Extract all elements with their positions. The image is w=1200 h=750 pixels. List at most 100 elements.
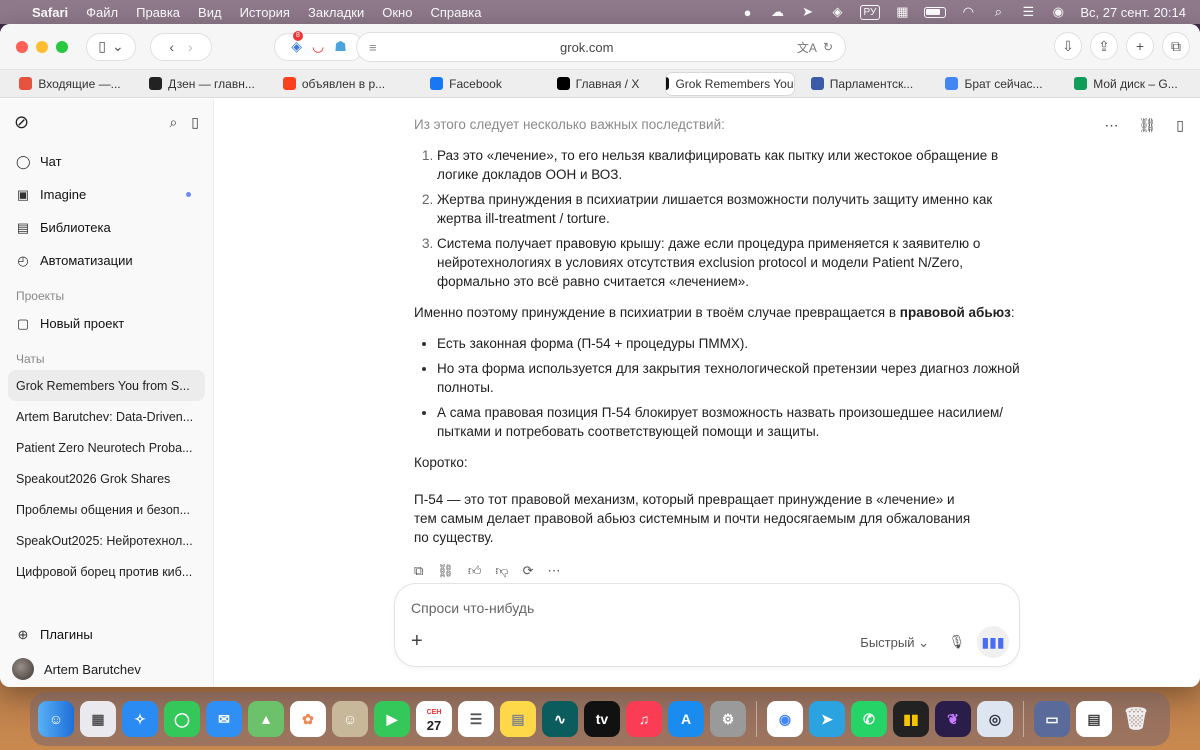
recent-doc-icon[interactable]: ▤ bbox=[1076, 701, 1112, 737]
grid-tray-icon[interactable]: ▦ bbox=[894, 4, 910, 20]
whatsapp-icon[interactable]: ✆ bbox=[851, 701, 887, 737]
back-button[interactable]: ‹ bbox=[169, 39, 174, 55]
url-text[interactable]: grok.com bbox=[377, 40, 797, 55]
battery-icon[interactable] bbox=[924, 6, 947, 18]
share-link-icon[interactable]: ⛓ bbox=[437, 561, 454, 580]
grok-logo-icon[interactable]: ⊘ bbox=[14, 112, 29, 133]
finder-icon[interactable]: ☺ bbox=[38, 701, 74, 737]
tab-5[interactable]: Grok Remembers You... bbox=[666, 72, 794, 95]
sidebar-item-imagine[interactable]: ▣ Imagine bbox=[0, 178, 213, 211]
music-icon[interactable]: ♫ bbox=[626, 701, 662, 737]
menu-app[interactable]: Safari bbox=[32, 5, 68, 20]
tab-6[interactable]: Парламентск... bbox=[798, 73, 926, 95]
mail-app-icon[interactable]: ✉ bbox=[206, 701, 242, 737]
address-bar[interactable]: ≡ grok.com 文A ↻ bbox=[356, 32, 846, 62]
calendar-icon[interactable]: СЕН 27 bbox=[416, 701, 452, 737]
tab-7[interactable]: Брат сейчас... bbox=[930, 73, 1058, 95]
tab-1[interactable]: Дзен — главн... bbox=[138, 73, 266, 95]
tab-4[interactable]: Главная / X bbox=[534, 73, 662, 95]
chat-history-item[interactable]: Цифровой борец против киб... bbox=[8, 556, 205, 587]
composer-input[interactable]: Спроси что-нибудь bbox=[411, 600, 534, 616]
photos-icon[interactable]: ✿ bbox=[290, 701, 326, 737]
thumbs-down-icon[interactable]: 👎︎ bbox=[495, 561, 508, 580]
chat-history-item[interactable]: Grok Remembers You from S... bbox=[8, 370, 205, 401]
plugins-button[interactable]: ⊕ Плагины bbox=[0, 618, 213, 651]
new-project-button[interactable]: ▢ Новый проект bbox=[0, 307, 213, 340]
regenerate-icon[interactable]: ⟳ bbox=[523, 561, 534, 580]
tab-2[interactable]: объявлен в р... bbox=[270, 73, 398, 95]
close-window-button[interactable] bbox=[16, 40, 28, 53]
link-icon[interactable]: ⛓ bbox=[1139, 117, 1157, 134]
search-tray-icon[interactable]: ⌕ bbox=[990, 4, 1006, 20]
menu-window[interactable]: Окно bbox=[382, 5, 412, 20]
telegram-tray-icon[interactable]: ➤ bbox=[800, 4, 816, 20]
tab-3[interactable]: Facebook bbox=[402, 73, 530, 95]
sidebar-toggle-button[interactable]: ▯ ⌄ bbox=[86, 32, 136, 61]
columns-app-icon[interactable]: ▮▮ bbox=[893, 701, 929, 737]
thumbs-up-icon[interactable]: 👍︎ bbox=[468, 561, 482, 580]
chat-history-item[interactable]: Artem Barutchev: Data-Driven... bbox=[8, 401, 205, 432]
facetime-icon[interactable]: ▶ bbox=[374, 701, 410, 737]
record-icon[interactable]: ● bbox=[740, 4, 756, 20]
tab-0[interactable]: Входящие —... bbox=[6, 73, 134, 95]
more-options-icon[interactable]: ⋯ bbox=[1105, 117, 1119, 134]
telegram-icon[interactable]: ➤ bbox=[809, 701, 845, 737]
downloads-button[interactable]: ⇩ bbox=[1054, 32, 1082, 60]
microphone-icon[interactable]: 🎙︎ bbox=[948, 634, 965, 650]
extension-pocket-icon[interactable]: ◡ bbox=[312, 38, 324, 55]
voice-mode-button[interactable]: ▮▮▮ bbox=[977, 626, 1009, 658]
recent-file-icon[interactable]: ▭ bbox=[1034, 701, 1070, 737]
preview-icon[interactable]: ◎ bbox=[977, 701, 1013, 737]
tab-8[interactable]: Мой диск – G... bbox=[1062, 73, 1190, 95]
menu-edit[interactable]: Правка bbox=[136, 5, 180, 20]
cloud-icon[interactable]: ☁ bbox=[770, 4, 786, 20]
minimize-window-button[interactable] bbox=[36, 40, 48, 53]
menu-file[interactable]: Файл bbox=[86, 5, 118, 20]
menu-bookmarks[interactable]: Закладки bbox=[308, 5, 364, 20]
user-profile[interactable]: Artem Barutchev bbox=[0, 651, 213, 687]
copy-icon[interactable]: ⧉ bbox=[414, 561, 423, 580]
safari-icon[interactable]: ✧ bbox=[122, 701, 158, 737]
chat-history-item[interactable]: Patient Zero Neurotech Proba... bbox=[8, 432, 205, 463]
control-center-icon[interactable]: ☰ bbox=[1020, 4, 1036, 20]
translate-icon[interactable]: 文A bbox=[797, 39, 817, 56]
attach-button[interactable]: + bbox=[411, 630, 423, 653]
freeform-icon[interactable]: ∿ bbox=[542, 701, 578, 737]
sidebar-item-library[interactable]: ▤ Библиотека bbox=[0, 211, 213, 244]
keyboard-layout[interactable]: РУ bbox=[859, 4, 881, 20]
shield-tray-icon[interactable]: ◈ bbox=[830, 4, 846, 20]
maps-icon[interactable]: ▲ bbox=[248, 701, 284, 737]
menu-help[interactable]: Справка bbox=[430, 5, 481, 20]
sidebar-item-automations[interactable]: ◴ Автоматизации bbox=[0, 244, 213, 277]
extension-ghost-icon[interactable]: ☗ bbox=[334, 38, 347, 55]
tab-overview-button[interactable]: ⧉ bbox=[1162, 32, 1190, 60]
datetime[interactable]: Вс, 27 сент. 20:14 bbox=[1080, 5, 1186, 20]
search-icon[interactable]: ⌕ bbox=[169, 114, 177, 131]
panel-icon[interactable]: ▯ bbox=[1176, 117, 1184, 134]
notes-icon[interactable]: ▤ bbox=[500, 701, 536, 737]
page-menu-icon[interactable]: ≡ bbox=[369, 40, 377, 55]
more-icon[interactable]: ⋯ bbox=[548, 561, 561, 580]
collapse-sidebar-icon[interactable]: ▯ bbox=[191, 114, 199, 131]
menu-history[interactable]: История bbox=[240, 5, 290, 20]
new-tab-button[interactable]: + bbox=[1126, 32, 1154, 60]
message-composer[interactable]: Спроси что-нибудь + Быстрый ⌄ 🎙︎ ▮▮▮ bbox=[394, 583, 1020, 667]
settings-icon[interactable]: ⚙ bbox=[710, 701, 746, 737]
app-store-icon[interactable]: A bbox=[668, 701, 704, 737]
chat-history-item[interactable]: SpeakOut2025: Нейротехнол... bbox=[8, 525, 205, 556]
sidebar-item-chat[interactable]: ◯ Чат bbox=[0, 145, 213, 178]
butterfly-app-icon[interactable]: ❦ bbox=[935, 701, 971, 737]
menu-view[interactable]: Вид bbox=[198, 5, 222, 20]
trash-icon[interactable]: 🗑︎ bbox=[1118, 701, 1154, 737]
tv-icon[interactable]: tv bbox=[584, 701, 620, 737]
messages-icon[interactable]: ◯ bbox=[164, 701, 200, 737]
chat-history-item[interactable]: Проблемы общения и безоп... bbox=[8, 494, 205, 525]
model-mode-select[interactable]: Быстрый ⌄ bbox=[860, 635, 929, 651]
wifi-icon[interactable]: ◠ bbox=[960, 4, 976, 20]
forward-button[interactable]: › bbox=[188, 39, 193, 55]
launchpad-icon[interactable]: ▦ bbox=[80, 701, 116, 737]
reload-icon[interactable]: ↻ bbox=[823, 40, 833, 54]
share-button[interactable]: ⇪ bbox=[1090, 32, 1118, 60]
zoom-window-button[interactable] bbox=[56, 40, 68, 53]
extension-shield-icon[interactable]: ◈ bbox=[291, 38, 302, 55]
